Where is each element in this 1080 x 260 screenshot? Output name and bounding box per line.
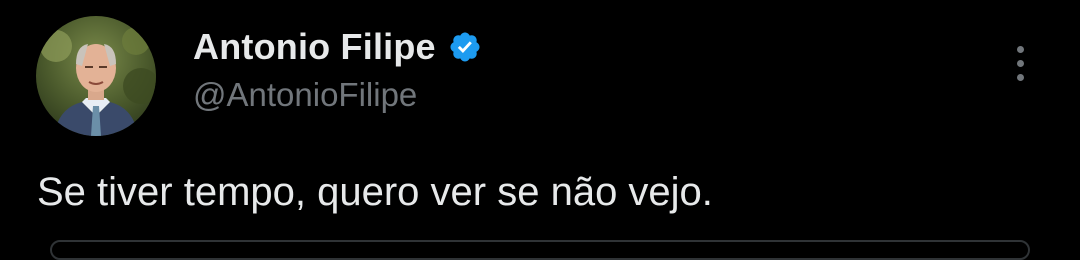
author-display-name[interactable]: Antonio Filipe: [193, 26, 436, 68]
author-handle[interactable]: @AntonioFilipe: [193, 76, 417, 114]
more-options-dot: [1016, 59, 1024, 67]
more-options-vertical-icon: [1016, 45, 1024, 53]
more-options-button[interactable]: [1000, 38, 1040, 88]
tweet-text: Se tiver tempo, quero ver se não vejo.: [37, 170, 713, 214]
tweet: Antonio Filipe @AntonioFilipe Se tiver t…: [0, 0, 1080, 260]
more-options-dot: [1016, 73, 1024, 81]
media-card-edge[interactable]: [50, 240, 1030, 260]
author-name-row: Antonio Filipe: [193, 24, 482, 70]
author-avatar[interactable]: [36, 16, 156, 136]
verified-badge-icon[interactable]: [448, 30, 482, 64]
avatar-image: [36, 16, 156, 136]
